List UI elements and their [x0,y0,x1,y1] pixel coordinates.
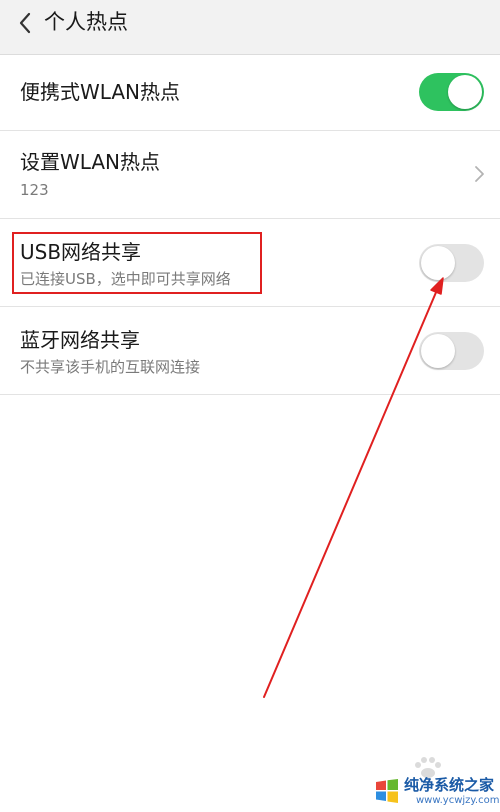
back-button[interactable] [14,8,42,38]
setting-subtitle: 已连接USB，选中即可共享网络 [20,270,231,288]
watermark-title: 纯净系统之家 [404,776,495,794]
site-watermark: 纯净系统之家 www.ycwjzy.com [364,770,500,812]
setting-row-bluetooth-tethering[interactable]: 蓝牙网络共享 不共享该手机的互联网连接 [0,307,500,395]
chevron-left-icon [19,12,31,34]
chevron-right-icon [475,166,484,182]
page-title: 个人热点 [44,10,128,34]
setting-subtitle: 不共享该手机的互联网连接 [20,358,201,376]
setting-title: 设置WLAN热点 [20,150,161,174]
setting-subtitle: 123 [20,181,49,199]
setting-row-configure-wlan-hotspot[interactable]: 设置WLAN热点 123 [0,131,500,219]
title-bar: 个人热点 [0,0,500,55]
watermark-url: www.ycwjzy.com [416,795,500,806]
toggle-knob [448,75,482,109]
toggle-knob [421,334,455,368]
setting-title: 便携式WLAN热点 [20,80,181,104]
bluetooth-tethering-toggle[interactable] [419,332,484,370]
usb-tethering-toggle[interactable] [419,244,484,282]
portable-wlan-hotspot-toggle[interactable] [419,73,484,111]
setting-row-usb-tethering[interactable]: USB网络共享 已连接USB，选中即可共享网络 [0,219,500,307]
setting-row-portable-wlan-hotspot[interactable]: 便携式WLAN热点 [0,55,500,131]
setting-title: 蓝牙网络共享 [20,328,140,352]
setting-title: USB网络共享 [20,240,142,264]
toggle-knob [421,246,455,280]
windows-logo-icon [376,779,398,803]
